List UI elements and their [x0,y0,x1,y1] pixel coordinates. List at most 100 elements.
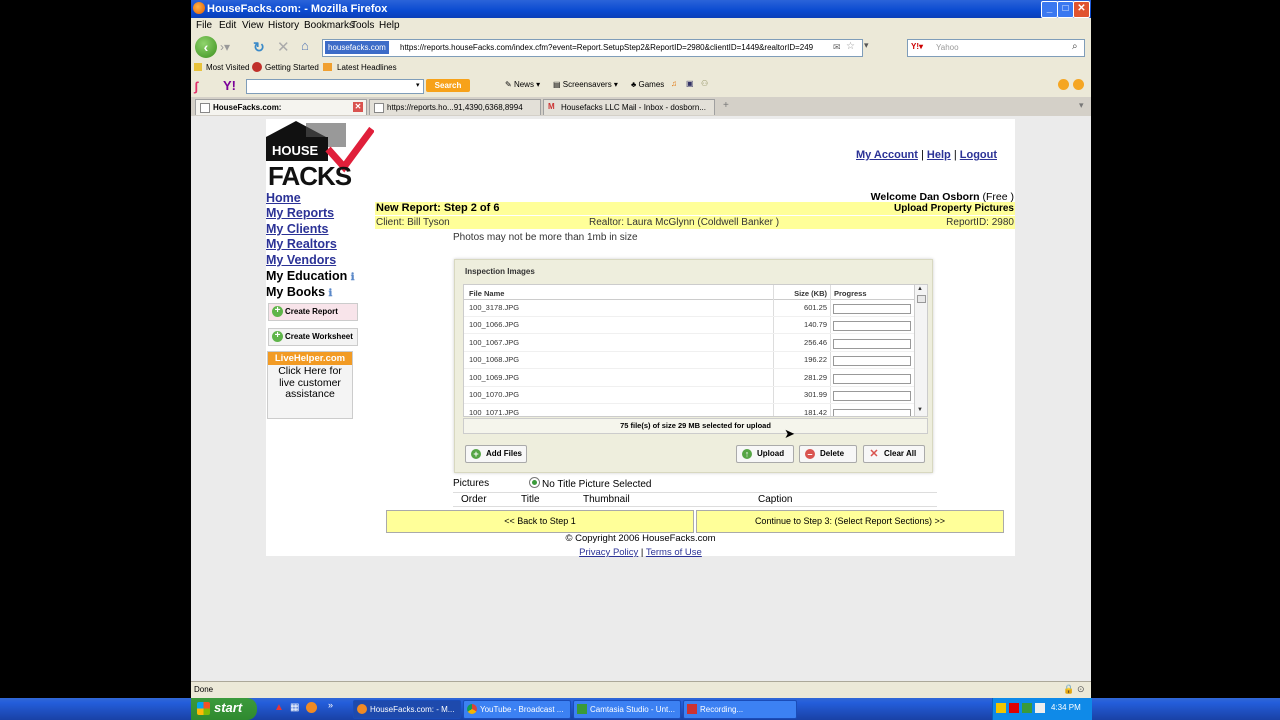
tab-housefacks[interactable]: HouseFacks.com: ✕ [195,99,367,115]
sidebar-my-reports[interactable]: My Reports [266,206,334,220]
yahoo-logo-icon[interactable]: Y! [223,78,236,93]
privacy-policy-link[interactable]: Privacy Policy [579,547,638,558]
menu-view[interactable]: View [242,20,264,31]
housefacks-logo[interactable]: HOUSE FACKS [266,119,375,191]
terms-of-use-link[interactable]: Terms of Use [646,547,702,558]
file-row[interactable]: 100_3178.JPG 601.25 [464,299,914,317]
sidebar-my-education-label: My Education [266,269,348,283]
yahoo-news[interactable]: ✎ News ▾ [505,80,540,89]
sidebar-home[interactable]: Home [266,191,301,205]
tray-volume-icon[interactable] [1035,703,1045,713]
title-bar: HouseFacks.com: - Mozilla Firefox _ □ ✕ [191,0,1091,18]
task-firefox[interactable]: HouseFacks.com: - M... [353,700,461,719]
quicklaunch-acrobat-icon[interactable]: ▲ [274,702,284,713]
person-icon[interactable]: ⚇ [701,79,708,88]
menu-tools[interactable]: Tools [351,20,374,31]
menu-edit[interactable]: Edit [219,20,236,31]
scroll-thumb[interactable] [917,295,926,303]
stop-icon[interactable]: ✕ [277,38,290,56]
site-identity-button[interactable]: housefacks.com [325,41,389,54]
maximize-button[interactable]: □ [1057,1,1074,18]
tab-close-icon[interactable]: ✕ [353,102,363,112]
delete-button[interactable]: – Delete [799,445,857,463]
sidebar-my-clients[interactable]: My Clients [266,222,329,236]
back-step-button[interactable]: << Back to Step 1 [386,510,694,533]
task-chrome[interactable]: YouTube - Broadcast ... [463,700,571,719]
page-icon [200,103,210,113]
file-row[interactable]: 100_1070.JPG 301.99 [464,386,914,404]
bookmark-most-visited[interactable]: Most Visited [206,63,249,72]
sidebar-my-education[interactable]: My Education ℹ [266,269,355,283]
menu-file[interactable]: File [196,20,212,31]
status-settings-icon[interactable]: ⊙ [1077,684,1085,695]
task-camtasia[interactable]: Camtasia Studio - Unt... [573,700,681,719]
start-button[interactable]: start [191,698,257,720]
mail-icon[interactable]: ▣ [686,79,694,88]
yahoo-screensavers[interactable]: ▤ Screensavers ▾ [553,80,618,89]
sidebar-my-realtors[interactable]: My Realtors [266,237,337,251]
yahoo-search-input[interactable] [246,79,424,94]
file-row[interactable]: 100_1071.JPG 181.42 [464,404,914,416]
new-tab-button[interactable]: + [723,100,729,111]
music-icon[interactable]: ♫ [671,79,677,88]
logout-link[interactable]: Logout [960,149,997,161]
search-icon[interactable]: ⌕ [1072,41,1078,52]
file-row[interactable]: 100_1066.JPG 140.79 [464,316,914,334]
title-picture-radio[interactable] [529,477,540,488]
tab-gmail[interactable]: M Housefacks LLC Mail - Inbox - dosborn.… [543,99,715,115]
upload-button[interactable]: ↑ Upload [736,445,794,463]
menu-history[interactable]: History [268,20,299,31]
livehelper-button[interactable]: LiveHelper.com Click Here for live custo… [267,351,353,419]
minimize-button[interactable]: _ [1041,1,1058,18]
tray-camtasia-icon[interactable] [1022,703,1032,713]
bookmark-star-icon[interactable]: ☆ [846,41,855,52]
search-box[interactable]: Y!▾ Yahoo ⌕ [907,39,1085,57]
pictures-section: Pictures No Title Picture Selected Order… [453,476,937,507]
menu-help[interactable]: Help [379,20,400,31]
yahoo-search-dropdown-icon[interactable]: ▾ [416,81,420,89]
sidebar-my-books[interactable]: My Books ℹ [266,285,332,299]
bookmark-latest-headlines[interactable]: Latest Headlines [337,63,397,72]
tray-security-icon[interactable] [1009,703,1019,713]
tray-clock[interactable]: 4:34 PM [1051,703,1081,712]
tab-label: HouseFacks.com: [213,103,282,112]
home-icon[interactable]: ⌂ [301,38,309,53]
reload-icon[interactable]: ↻ [253,39,265,56]
sidebar-my-vendors[interactable]: My Vendors [266,253,336,267]
rss-icon[interactable]: ✉ [833,42,841,53]
back-button[interactable]: ‹ [195,36,217,58]
url-dropdown-icon[interactable]: ▾ [864,40,869,51]
tab-list-icon[interactable]: ▾ [1079,100,1084,111]
quicklaunch-expand-icon[interactable]: » [328,700,333,710]
clear-all-button[interactable]: ✕ Clear All [863,445,925,463]
messenger-icon[interactable]: ʃ [194,79,198,94]
scroll-down-icon[interactable]: ▼ [917,407,923,413]
help-link[interactable]: Help [927,149,951,161]
bookmark-getting-started[interactable]: Getting Started [265,63,319,72]
quicklaunch-firefox-icon[interactable] [306,702,317,713]
task-recording[interactable]: Recording... [683,700,797,719]
yahoo-engine-icon[interactable]: Y!▾ [911,42,923,51]
yahoo-add-icon[interactable] [1058,79,1069,90]
tab-reports[interactable]: https://reports.ho...91,4390,6368,8994 [369,99,541,115]
file-row[interactable]: 100_1069.JPG 281.29 [464,369,914,387]
url-bar[interactable]: housefacks.com https://reports.houseFack… [322,39,863,57]
add-files-button[interactable]: + Add Files [465,445,527,463]
my-account-link[interactable]: My Account [856,149,918,161]
yahoo-games[interactable]: ♣ Games [631,80,664,89]
menu-bookmarks[interactable]: Bookmarks [304,20,354,31]
plus-icon: + [272,331,283,342]
file-list-scrollbar[interactable]: ▲ ▼ [914,285,927,416]
file-row[interactable]: 100_1067.JPG 256.46 [464,334,914,352]
tray-network-icon[interactable] [996,703,1006,713]
continue-step-button[interactable]: Continue to Step 3: (Select Report Secti… [696,510,1004,533]
scroll-up-icon[interactable]: ▲ [917,286,923,292]
quicklaunch-desktop-icon[interactable]: ▦ [290,702,299,713]
file-row[interactable]: 100_1068.JPG 196.22 [464,351,914,369]
forward-button[interactable]: ›▾ [220,40,234,54]
close-window-button[interactable]: ✕ [1073,1,1090,18]
create-report-button[interactable]: + Create Report [268,303,358,321]
yahoo-search-button[interactable]: Search [426,79,470,92]
yahoo-options-icon[interactable] [1073,79,1084,90]
create-worksheet-button[interactable]: + Create Worksheet [268,328,358,346]
